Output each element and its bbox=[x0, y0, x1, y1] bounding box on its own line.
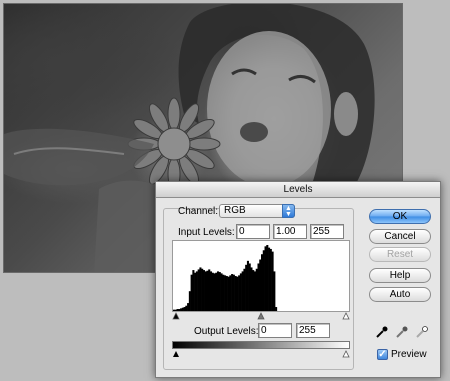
histogram-bar bbox=[253, 271, 257, 311]
select-arrows-icon: ▲ ▼ bbox=[282, 204, 295, 218]
histogram-bar bbox=[206, 270, 209, 311]
help-button[interactable]: Help bbox=[369, 268, 431, 283]
histogram-bar bbox=[229, 275, 232, 311]
input-white-handle[interactable] bbox=[342, 312, 350, 320]
histogram-bar bbox=[257, 263, 260, 311]
histogram-bar bbox=[204, 271, 207, 311]
input-black-field[interactable]: 0 bbox=[236, 224, 270, 239]
histogram-bar bbox=[238, 275, 241, 311]
histogram-bar bbox=[269, 248, 272, 311]
histogram-bar bbox=[271, 251, 274, 311]
histogram-bar bbox=[232, 274, 235, 311]
histogram-bar bbox=[208, 269, 211, 311]
histogram-bar bbox=[273, 271, 276, 311]
output-white-field[interactable]: 255 bbox=[296, 323, 330, 338]
histogram-bar bbox=[178, 309, 181, 311]
gray-point-eyedropper-icon[interactable] bbox=[395, 325, 409, 339]
histogram-plot bbox=[173, 245, 278, 311]
histogram-bar bbox=[268, 247, 271, 311]
histogram-bar bbox=[224, 275, 227, 311]
preview-checkbox[interactable]: ✓ bbox=[377, 349, 388, 360]
histogram-bar bbox=[259, 259, 262, 311]
histogram-bar bbox=[264, 246, 267, 311]
histogram-bar bbox=[241, 271, 244, 311]
histogram-bar bbox=[213, 273, 216, 311]
histogram-bar bbox=[234, 276, 237, 311]
histogram-bar bbox=[215, 272, 218, 311]
ok-button[interactable]: OK bbox=[369, 209, 431, 224]
histogram-bar bbox=[255, 268, 258, 311]
output-slider-track[interactable] bbox=[172, 350, 350, 358]
histogram-bar bbox=[262, 250, 265, 311]
histogram-bar bbox=[187, 303, 190, 311]
histogram-bar bbox=[176, 309, 179, 311]
input-slider-track[interactable] bbox=[172, 312, 350, 320]
output-black-handle[interactable] bbox=[173, 351, 179, 357]
histogram bbox=[172, 240, 350, 312]
histogram-bar bbox=[181, 307, 184, 311]
input-slider-handles[interactable] bbox=[172, 312, 350, 320]
histogram-bar bbox=[261, 254, 264, 311]
histogram-bar bbox=[202, 270, 205, 311]
histogram-bar bbox=[275, 307, 278, 311]
dialog-title: Levels bbox=[156, 182, 440, 198]
histogram-bar bbox=[236, 276, 239, 311]
histogram-bar bbox=[197, 269, 200, 311]
histogram-bar bbox=[211, 272, 214, 311]
histogram-bar bbox=[250, 267, 253, 311]
histogram-bar bbox=[218, 272, 221, 311]
histogram-bar bbox=[174, 309, 177, 311]
histogram-bar bbox=[246, 260, 249, 311]
histogram-bar bbox=[217, 271, 220, 311]
histogram-bar bbox=[245, 264, 248, 311]
histogram-bar bbox=[248, 263, 251, 311]
histogram-bar bbox=[188, 291, 191, 311]
histogram-bar bbox=[227, 276, 230, 311]
input-levels-label: Input Levels: bbox=[178, 227, 235, 238]
histogram-bar bbox=[231, 274, 234, 311]
histogram-bar bbox=[266, 245, 269, 311]
histogram-bar bbox=[180, 308, 183, 311]
black-point-eyedropper-icon[interactable] bbox=[375, 325, 389, 339]
histogram-bar bbox=[220, 273, 223, 311]
output-white-handle[interactable] bbox=[342, 350, 350, 358]
output-levels-label: Output Levels: bbox=[194, 326, 259, 337]
reset-button[interactable]: Reset bbox=[369, 247, 431, 262]
histogram-bar bbox=[201, 268, 204, 311]
output-black-field[interactable]: 0 bbox=[258, 323, 292, 338]
histogram-bar bbox=[194, 272, 197, 311]
auto-button[interactable]: Auto bbox=[369, 287, 431, 302]
histogram-bar bbox=[225, 276, 228, 311]
channel-label: Channel: bbox=[178, 206, 219, 217]
cancel-button[interactable]: Cancel bbox=[369, 229, 431, 244]
histogram-bar bbox=[183, 307, 186, 311]
histogram-bar bbox=[185, 305, 188, 311]
histogram-bar bbox=[209, 271, 213, 311]
preview-label: Preview bbox=[391, 349, 427, 360]
histogram-bar bbox=[192, 270, 195, 311]
histogram-bar bbox=[173, 309, 176, 311]
histogram-bar bbox=[239, 273, 242, 311]
channel-select-value: RGB bbox=[224, 205, 246, 216]
histogram-bar bbox=[222, 274, 225, 311]
histogram-bar bbox=[252, 270, 255, 311]
input-gamma-handle[interactable] bbox=[257, 312, 265, 320]
output-slider-handles[interactable] bbox=[172, 350, 350, 358]
histogram-bar bbox=[243, 268, 246, 311]
output-gradient-bar bbox=[172, 341, 350, 349]
input-white-field[interactable]: 255 bbox=[310, 224, 344, 239]
input-black-handle[interactable] bbox=[172, 312, 180, 320]
histogram-bar bbox=[195, 271, 198, 311]
channel-select[interactable]: RGB ▲ ▼ bbox=[219, 204, 295, 218]
white-point-eyedropper-icon[interactable] bbox=[415, 325, 429, 339]
histogram-bar bbox=[199, 267, 202, 311]
histogram-bar bbox=[190, 274, 193, 311]
input-gamma-field[interactable]: 1.00 bbox=[273, 224, 307, 239]
